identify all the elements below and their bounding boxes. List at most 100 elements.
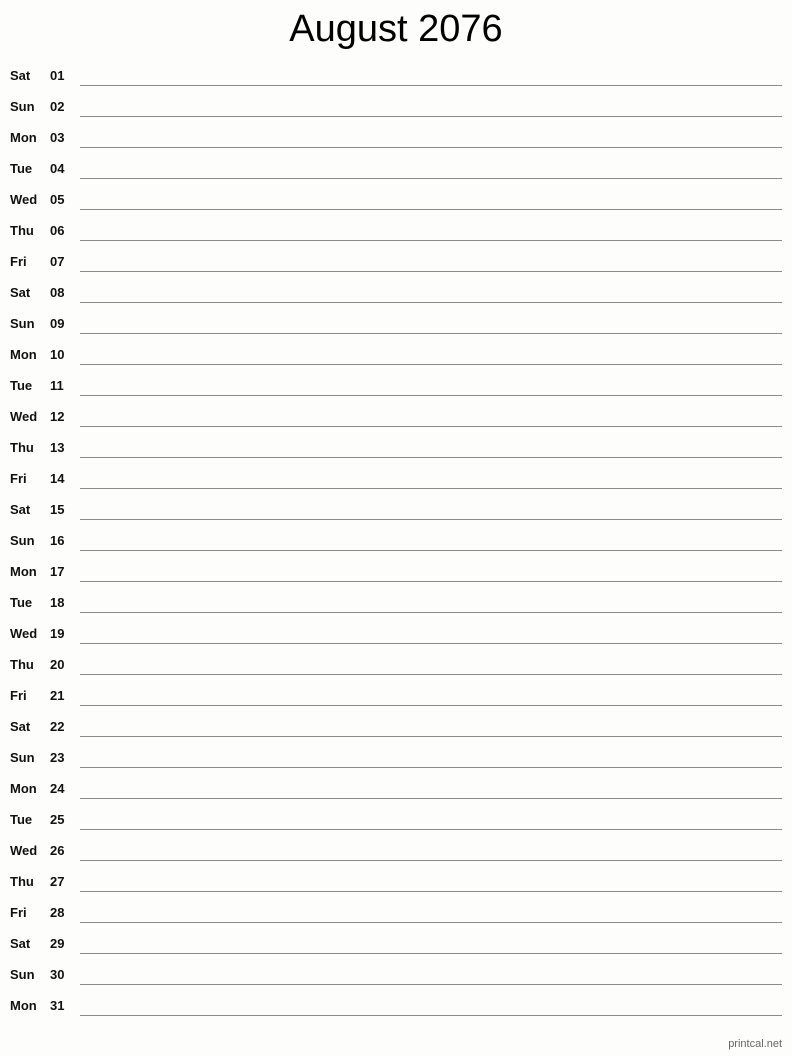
day-number: 20: [50, 657, 65, 672]
day-number: 17: [50, 564, 65, 579]
day-of-week: Mon: [10, 130, 37, 145]
day-of-week: Tue: [10, 378, 33, 393]
writing-line: [80, 488, 782, 489]
day-number: 25: [50, 812, 65, 827]
day-of-week: Wed: [10, 626, 38, 641]
writing-line: [80, 984, 782, 985]
day-row: Sat 15: [0, 494, 792, 525]
writing-line: [80, 736, 782, 737]
day-row: Mon 17: [0, 556, 792, 587]
writing-line: [80, 798, 782, 799]
day-row: Thu 06: [0, 215, 792, 246]
day-number: 14: [50, 471, 65, 486]
writing-line: [80, 891, 782, 892]
writing-line: [80, 705, 782, 706]
day-row: Fri 21: [0, 680, 792, 711]
day-row: Sun 02: [0, 91, 792, 122]
day-number: 15: [50, 502, 65, 517]
day-number: 12: [50, 409, 65, 424]
day-of-week: Fri: [10, 254, 27, 269]
day-number: 11: [50, 378, 64, 393]
writing-line: [80, 519, 782, 520]
day-of-week: Thu: [10, 440, 34, 455]
day-number: 31: [50, 998, 65, 1013]
page-title: August 2076: [289, 8, 503, 50]
writing-line: [80, 395, 782, 396]
day-row: Tue 04: [0, 153, 792, 184]
day-number: 01: [50, 68, 65, 83]
writing-line: [80, 209, 782, 210]
writing-line: [80, 85, 782, 86]
day-number: 27: [50, 874, 65, 889]
day-number: 26: [50, 843, 65, 858]
writing-line: [80, 147, 782, 148]
day-number: 16: [50, 533, 65, 548]
writing-line: [80, 240, 782, 241]
day-of-week: Fri: [10, 471, 27, 486]
day-row: Wed 05: [0, 184, 792, 215]
writing-line: [80, 178, 782, 179]
day-of-week: Mon: [10, 781, 37, 796]
writing-line: [80, 767, 782, 768]
day-number: 30: [50, 967, 65, 982]
day-row: Fri 07: [0, 246, 792, 277]
day-row: Fri 14: [0, 463, 792, 494]
day-number: 02: [50, 99, 65, 114]
day-number: 28: [50, 905, 65, 920]
day-of-week: Sat: [10, 68, 31, 83]
day-of-week: Mon: [10, 347, 37, 362]
day-row: Mon 31: [0, 990, 792, 1021]
footer-credit: printcal.net: [728, 1038, 782, 1050]
day-row: Sun 16: [0, 525, 792, 556]
day-number: 05: [50, 192, 65, 207]
day-number: 21: [50, 688, 65, 703]
day-number: 09: [50, 316, 65, 331]
day-number: 06: [50, 223, 65, 238]
day-number: 08: [50, 285, 65, 300]
day-row: Mon 24: [0, 773, 792, 804]
day-row: Sat 08: [0, 277, 792, 308]
writing-line: [80, 116, 782, 117]
day-number: 22: [50, 719, 65, 734]
writing-line: [80, 612, 782, 613]
writing-line: [80, 333, 782, 334]
day-of-week: Sun: [10, 316, 35, 331]
day-row: Sat 01: [0, 60, 792, 91]
day-number: 23: [50, 750, 65, 765]
day-row: Thu 13: [0, 432, 792, 463]
day-list: Sat 01 Sun 02 Mon 03 Tue 04 Wed 05 Thu 06 Fri 07 Sat 08…: [0, 60, 792, 1021]
writing-line: [80, 550, 782, 551]
day-row: Tue 11: [0, 370, 792, 401]
day-row: Sat 29: [0, 928, 792, 959]
writing-line: [80, 1015, 782, 1016]
day-row: Sun 09: [0, 308, 792, 339]
day-row: Tue 25: [0, 804, 792, 835]
day-row: Thu 27: [0, 866, 792, 897]
writing-line: [80, 829, 782, 830]
day-of-week: Sun: [10, 967, 35, 982]
day-of-week: Mon: [10, 998, 37, 1013]
day-number: 07: [50, 254, 65, 269]
day-number: 19: [50, 626, 65, 641]
writing-line: [80, 643, 782, 644]
day-number: 24: [50, 781, 65, 796]
day-of-week: Thu: [10, 874, 34, 889]
writing-line: [80, 581, 782, 582]
day-number: 29: [50, 936, 65, 951]
day-number: 13: [50, 440, 65, 455]
day-row: Mon 10: [0, 339, 792, 370]
writing-line: [80, 922, 782, 923]
day-row: Fri 28: [0, 897, 792, 928]
day-row: Wed 26: [0, 835, 792, 866]
day-of-week: Fri: [10, 905, 27, 920]
day-row: Wed 19: [0, 618, 792, 649]
day-row: Tue 18: [0, 587, 792, 618]
writing-line: [80, 860, 782, 861]
day-row: Thu 20: [0, 649, 792, 680]
day-number: 04: [50, 161, 65, 176]
day-of-week: Sat: [10, 719, 31, 734]
day-row: Sun 30: [0, 959, 792, 990]
day-number: 03: [50, 130, 65, 145]
day-row: Sat 22: [0, 711, 792, 742]
day-of-week: Tue: [10, 595, 33, 610]
